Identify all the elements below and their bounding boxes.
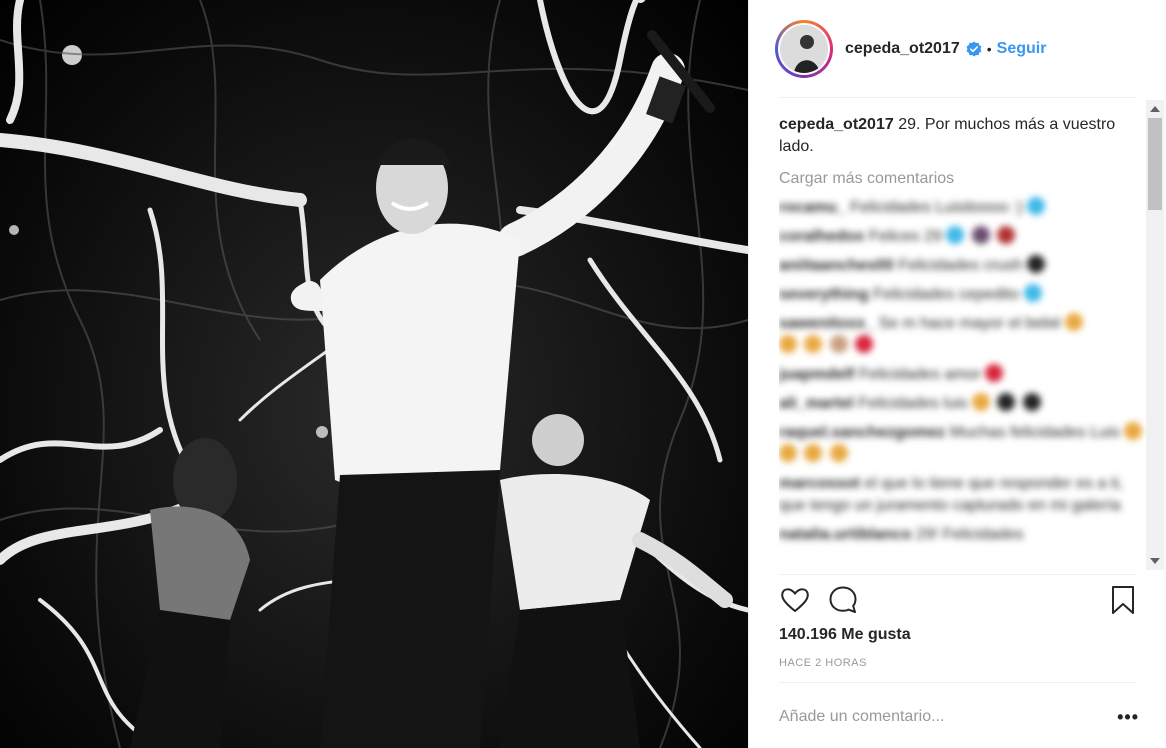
comment-item: aniitaanches00 Felicidades crush (779, 255, 1147, 277)
add-comment-bar: ••• (779, 700, 1139, 734)
performer-figure (290, 30, 715, 748)
post-caption: cepeda_ot2017 29. Por muchos más a vuest… (779, 114, 1147, 158)
comment-username[interactable]: marcossot (779, 475, 860, 492)
black-heart-emoji-icon (1027, 255, 1046, 273)
comment-text: Felicidades amor (859, 366, 981, 383)
comment-text: Felicidades cepedito (873, 286, 1020, 303)
comment-text: Felicidades crush (898, 257, 1023, 274)
scrollbar-thumb[interactable] (1148, 118, 1162, 210)
bookmark-icon[interactable] (1107, 584, 1139, 616)
like-heart-icon[interactable] (779, 584, 811, 616)
more-options-icon[interactable]: ••• (1117, 707, 1139, 728)
post-timestamp[interactable]: HACE 2 HORAS (779, 657, 867, 669)
comment-item: juapmdelf Felicidades amor (779, 364, 1147, 386)
comments-list[interactable]: cepeda_ot2017 29. Por muchos más a vuest… (779, 98, 1147, 570)
comment-text: Se m hace mayor el bebé (878, 315, 1061, 332)
post-actions (779, 580, 1139, 620)
comment-username[interactable]: natalia.urtiblanco (779, 526, 911, 543)
comment-item: coralhedox Felices 29 (779, 226, 1147, 248)
comment-text: Felices 29 (868, 228, 942, 245)
post-header: cepeda_ot2017 • Seguir (749, 0, 1166, 97)
comment-item: ali_martel Felicidades luis (779, 393, 1147, 415)
comment-text: Felicidades Luisitoooo :) (850, 199, 1023, 216)
smile-emoji-icon (829, 444, 848, 462)
scroll-down-arrow-icon[interactable] (1150, 558, 1160, 564)
concert-photo-illustration (0, 0, 748, 748)
likes-count[interactable]: 140.196 Me gusta (779, 626, 911, 644)
scroll-up-arrow-icon[interactable] (1150, 106, 1160, 112)
avatar[interactable] (780, 24, 828, 73)
comment-item: rocamu_ Felicidades Luisitoooo :) (779, 197, 1147, 219)
comment-text: 29! Felicidades (915, 526, 1024, 543)
caption-username[interactable]: cepeda_ot2017 (779, 116, 894, 133)
separator-dot: • (986, 40, 992, 57)
blue-heart-emoji-icon (1027, 197, 1046, 215)
dancer-figure-left (130, 438, 250, 748)
dancer-figure-right (500, 414, 733, 748)
red-heart-emoji-icon (855, 335, 874, 353)
comment-username[interactable]: ali_martel (779, 395, 854, 412)
comment-text: Muchas felicidades Luis (949, 424, 1120, 441)
face-emoji-icon (829, 335, 848, 353)
header-username[interactable]: cepeda_ot2017 (845, 40, 960, 58)
comment-username[interactable]: sawenitoxx_ (779, 315, 874, 332)
comment-text: Felicidades luis (858, 395, 968, 412)
smile-emoji-icon (804, 335, 823, 353)
comment-username[interactable]: raquel.sanchezgomez (779, 424, 945, 441)
smile-emoji-icon (779, 335, 797, 353)
red-heart-emoji-icon (985, 364, 1004, 382)
purple-heart-emoji-icon (971, 226, 990, 244)
post-side-panel: cepeda_ot2017 • Seguir cepeda_ot2017 29.… (748, 0, 1166, 748)
lips-emoji-icon (997, 226, 1016, 244)
smile-emoji-icon (1065, 313, 1084, 331)
verified-badge-icon (966, 41, 982, 57)
avatar-story-ring[interactable] (775, 19, 833, 78)
black-heart-emoji-icon (1022, 393, 1041, 411)
smile-emoji-icon (1124, 422, 1143, 440)
load-more-comments-button[interactable]: Cargar más comentarios (779, 168, 1147, 190)
comment-input-divider (779, 682, 1136, 683)
black-heart-emoji-icon (997, 393, 1016, 411)
comment-username[interactable]: aniitaanches00 (779, 257, 894, 274)
comment-username[interactable]: coralhedox (779, 228, 864, 245)
comment-input[interactable] (779, 708, 1118, 726)
comment-item: natalia.urtiblanco 29! Felicidades (779, 524, 1147, 546)
follow-button[interactable]: Seguir (997, 40, 1047, 58)
comment-username[interactable]: juapmdelf (779, 366, 855, 383)
comment-item: marcossot el que lo tiene que responder … (779, 473, 1147, 517)
comment-item: sawenitoxx_ Se m hace mayor el bebé (779, 313, 1147, 357)
comments-scrollbar[interactable] (1146, 100, 1164, 570)
comment-username[interactable]: rocamu_ (779, 199, 846, 216)
blue-heart-emoji-icon (1023, 284, 1042, 302)
comment-item: severything Felicidades cepedito (779, 284, 1147, 306)
comment-username[interactable]: severything (779, 286, 869, 303)
comment-bubble-icon[interactable] (827, 584, 859, 616)
post-photo[interactable] (0, 0, 748, 748)
smile-emoji-icon (972, 393, 991, 411)
comment-item: raquel.sanchezgomez Muchas felicidades L… (779, 422, 1147, 466)
actions-divider (779, 574, 1136, 575)
smile-emoji-icon (779, 444, 797, 462)
smile-emoji-icon (804, 444, 823, 462)
blue-heart-emoji-icon (946, 226, 965, 244)
